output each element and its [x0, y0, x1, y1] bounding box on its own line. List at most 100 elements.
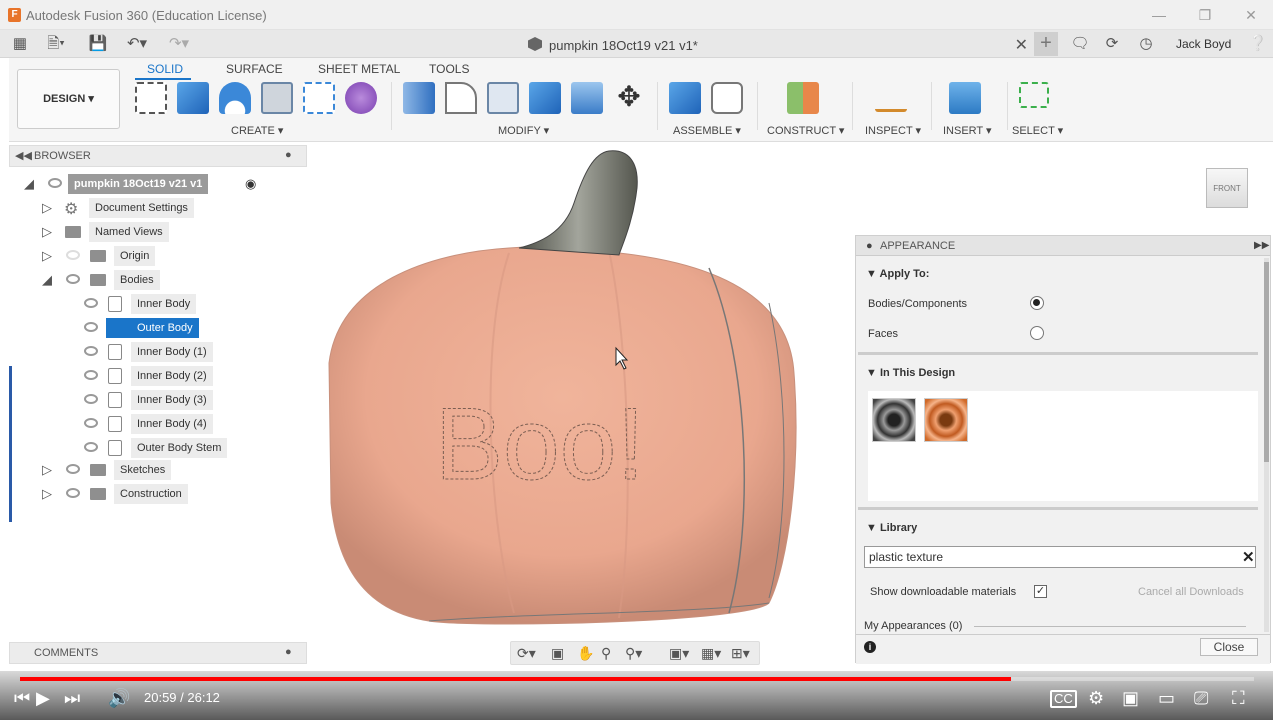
- pan-hand-icon[interactable]: ✋: [577, 645, 594, 662]
- visibility-eye-icon[interactable]: [66, 464, 80, 474]
- activate-component-icon[interactable]: ◉: [245, 176, 256, 192]
- redo-icon[interactable]: ↷▾: [162, 34, 196, 54]
- fillet-icon[interactable]: [445, 82, 477, 114]
- select-group-label[interactable]: SELECT ▾: [1012, 124, 1063, 137]
- browser-options-icon[interactable]: ●: [285, 149, 292, 161]
- show-downloadable-checkbox[interactable]: ✓: [1034, 585, 1047, 598]
- close-tab-icon[interactable]: ✕: [1015, 35, 1028, 55]
- next-icon[interactable]: ⏭: [64, 688, 80, 708]
- visibility-eye-icon[interactable]: [84, 370, 98, 380]
- settings-gear-icon[interactable]: ⚙: [1088, 688, 1104, 708]
- save-icon[interactable]: 💾: [88, 34, 108, 54]
- collapse-browser-icon[interactable]: ◀◀: [15, 149, 32, 162]
- zoom-icon[interactable]: ⚲: [601, 645, 611, 662]
- pattern-icon[interactable]: [303, 82, 335, 114]
- data-panel-grid-icon[interactable]: ▦: [10, 34, 30, 54]
- steel-appearance-swatch[interactable]: [872, 398, 916, 442]
- expand-arrow-icon[interactable]: ▷: [42, 248, 52, 264]
- fit-icon[interactable]: ⚲▾: [625, 645, 642, 662]
- history-icon[interactable]: ◷: [1136, 34, 1156, 54]
- apply-to-section[interactable]: ▼ Apply To:: [866, 268, 929, 280]
- browser-panel-header[interactable]: ◀◀ BROWSER ●: [9, 145, 307, 167]
- measure-icon[interactable]: [875, 90, 907, 112]
- file-menu-icon[interactable]: 🗎▾: [42, 34, 70, 54]
- info-icon[interactable]: i: [864, 641, 876, 653]
- collapse-arrow-icon[interactable]: ◢: [24, 176, 34, 192]
- orbit-icon[interactable]: ⟳▾: [517, 645, 536, 662]
- library-search-input[interactable]: plastic texture: [864, 546, 1256, 568]
- orange-appearance-swatch[interactable]: [924, 398, 968, 442]
- modify-group-label[interactable]: MODIFY ▾: [498, 124, 549, 137]
- collapse-arrow-icon[interactable]: ◢: [42, 272, 52, 288]
- visibility-eye-icon[interactable]: [84, 346, 98, 356]
- create-group-label[interactable]: CREATE ▾: [231, 124, 283, 137]
- look-at-icon[interactable]: ▣: [551, 645, 564, 662]
- assemble-group-label[interactable]: ASSEMBLE ▾: [673, 124, 741, 137]
- miniplayer-icon[interactable]: ▣: [1122, 688, 1139, 708]
- visibility-eye-icon[interactable]: [84, 442, 98, 452]
- construct-group-label[interactable]: CONSTRUCT ▾: [767, 124, 844, 137]
- visibility-eye-icon[interactable]: [66, 274, 80, 284]
- tab-solid[interactable]: SOLID: [147, 62, 183, 76]
- fullscreen-icon[interactable]: ⛶: [1232, 688, 1245, 708]
- press-pull-icon[interactable]: [403, 82, 435, 114]
- in-this-design-section[interactable]: ▼ In This Design: [866, 367, 955, 379]
- video-progress-bar[interactable]: [20, 677, 1254, 681]
- panel-scrollbar[interactable]: [1264, 258, 1269, 632]
- visibility-eye-icon[interactable]: [66, 488, 80, 498]
- expand-arrow-icon[interactable]: ▷: [42, 200, 52, 216]
- extrude-icon[interactable]: [177, 82, 209, 114]
- expand-arrow-icon[interactable]: ▷: [42, 224, 52, 240]
- previous-icon[interactable]: ⏮: [14, 688, 30, 708]
- new-tab-button[interactable]: +: [1034, 32, 1058, 56]
- insert-group-label[interactable]: INSERT ▾: [943, 124, 992, 137]
- move-icon[interactable]: ✥: [613, 82, 645, 114]
- cancel-downloads-link[interactable]: Cancel all Downloads: [1138, 586, 1244, 598]
- help-icon[interactable]: ❔: [1248, 34, 1268, 54]
- close-window-button[interactable]: ✕: [1240, 6, 1262, 24]
- appearance-header[interactable]: ● APPEARANCE ▶▶: [856, 236, 1270, 256]
- shell-icon[interactable]: [487, 82, 519, 114]
- undo-icon[interactable]: ↶▾: [120, 34, 154, 54]
- add-comment-icon[interactable]: ●: [285, 646, 292, 658]
- expand-dialog-icon[interactable]: ▶▶: [1254, 240, 1269, 251]
- cast-icon[interactable]: ⎚: [1194, 688, 1208, 708]
- visibility-eye-icon[interactable]: [84, 418, 98, 428]
- visibility-eye-icon[interactable]: [84, 298, 98, 308]
- visibility-eye-icon[interactable]: [84, 322, 98, 332]
- hole-icon[interactable]: [261, 82, 293, 114]
- tab-tools[interactable]: TOOLS: [429, 62, 469, 76]
- split-body-icon[interactable]: [571, 82, 603, 114]
- my-appearances-folder[interactable]: My Appearances (0): [864, 620, 962, 632]
- clear-search-icon[interactable]: ✕: [1242, 548, 1255, 566]
- expand-arrow-icon[interactable]: ▷: [42, 462, 52, 478]
- library-section[interactable]: ▼ Library: [866, 522, 917, 534]
- user-name[interactable]: Jack Boyd: [1176, 37, 1231, 51]
- display-settings-icon[interactable]: ▣▾: [669, 645, 689, 662]
- workspace-design-button[interactable]: DESIGN ▾: [17, 69, 120, 129]
- select-icon[interactable]: [1019, 82, 1049, 108]
- comments-panel-header[interactable]: COMMENTS ●: [9, 642, 307, 664]
- inspect-group-label[interactable]: INSPECT ▾: [865, 124, 921, 137]
- close-button[interactable]: Close: [1200, 638, 1258, 656]
- job-status-icon[interactable]: ⟳: [1102, 34, 1122, 54]
- grid-settings-icon[interactable]: ▦▾: [701, 645, 721, 662]
- combine-icon[interactable]: [529, 82, 561, 114]
- scrollbar-thumb[interactable]: [1264, 262, 1269, 462]
- visibility-off-eye-icon[interactable]: [66, 250, 80, 260]
- offset-plane-icon[interactable]: [787, 82, 819, 114]
- minimize-dialog-icon[interactable]: ●: [866, 240, 873, 252]
- visibility-eye-icon[interactable]: [48, 178, 62, 188]
- new-component-icon[interactable]: [669, 82, 701, 114]
- visibility-eye-icon[interactable]: [84, 394, 98, 404]
- notifications-icon[interactable]: 🗨: [1070, 34, 1090, 54]
- minimize-button[interactable]: —: [1148, 6, 1170, 24]
- viewcube[interactable]: FRONT: [1206, 168, 1248, 208]
- insert-image-icon[interactable]: [949, 82, 981, 114]
- faces-radio[interactable]: [1030, 326, 1044, 340]
- play-icon[interactable]: ▶: [36, 688, 50, 708]
- restore-button[interactable]: ❐: [1194, 6, 1216, 24]
- tab-sheet-metal[interactable]: SHEET METAL: [318, 62, 400, 76]
- theater-mode-icon[interactable]: ▭: [1158, 688, 1175, 708]
- document-tab[interactable]: pumpkin 18Oct19 v21 v1* ✕: [520, 30, 1030, 58]
